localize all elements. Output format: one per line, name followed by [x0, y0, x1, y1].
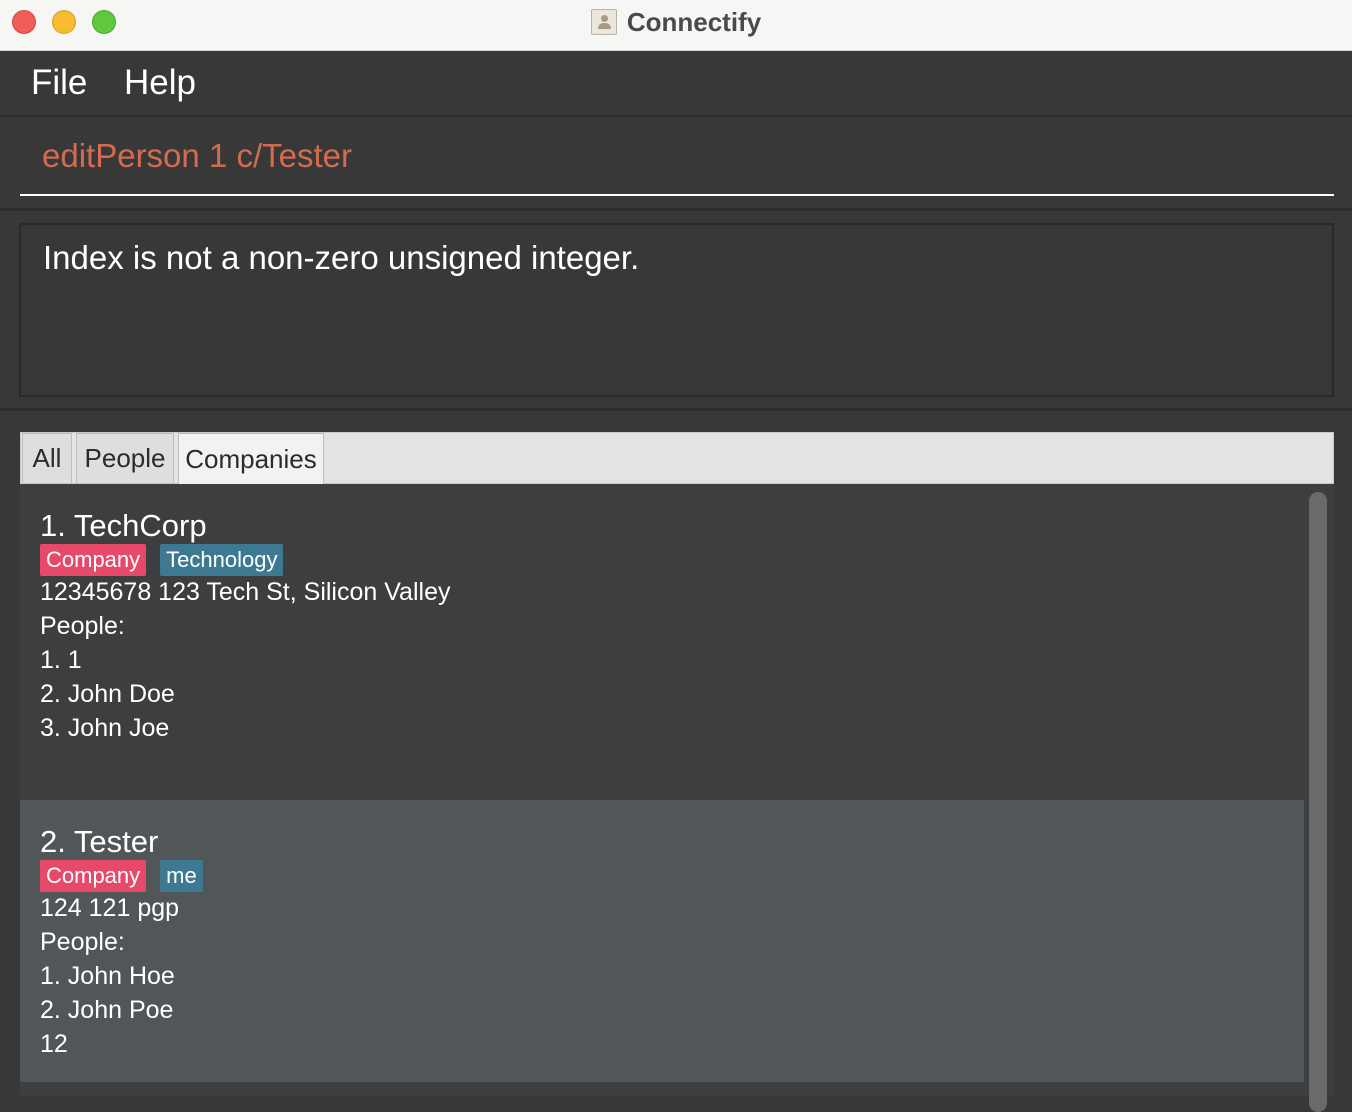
tab-companies[interactable]: Companies [178, 433, 324, 484]
company-card-selected[interactable]: 2. Tester Company me 124 121 pgp People:… [20, 800, 1304, 1082]
company-tags: Company Technology [40, 544, 284, 576]
section-divider [0, 408, 1352, 411]
command-input[interactable] [20, 117, 1334, 196]
people-label: People: [40, 928, 125, 956]
tag-technology: Technology [160, 544, 284, 576]
person-entry: 1. John Hoe [40, 962, 175, 990]
window-titlebar: Connectify [0, 0, 1352, 51]
person-entry: 12 [40, 1030, 68, 1058]
command-box-area [0, 117, 1352, 211]
company-name: 2. Tester [40, 824, 159, 859]
person-entry: 1. 1 [40, 646, 82, 674]
person-entry: 2. John Doe [40, 680, 175, 708]
company-name: 1. TechCorp [40, 508, 207, 543]
tab-all[interactable]: All [22, 433, 72, 483]
company-contact: 124 121 pgp [40, 894, 180, 922]
result-message: Index is not a non-zero unsigned integer… [43, 239, 640, 276]
tab-people[interactable]: People [76, 433, 174, 483]
result-display: Index is not a non-zero unsigned integer… [19, 223, 1334, 397]
person-entry: 2. John Poe [40, 996, 174, 1024]
window-title-group: Connectify [0, 0, 1352, 44]
company-card[interactable]: 1. TechCorp Company Technology 12345678 … [20, 484, 1304, 800]
menu-file[interactable]: File [31, 63, 87, 103]
menu-bar: File Help [0, 51, 1352, 117]
scrollbar-thumb[interactable] [1309, 492, 1327, 1112]
company-contact: 12345678 123 Tech St, Silicon Valley [40, 578, 451, 606]
menu-help[interactable]: Help [124, 63, 196, 103]
tab-bar: All People Companies [20, 432, 1334, 484]
contacts-app-icon [590, 9, 617, 35]
tag-company: Company [40, 544, 147, 576]
people-label: People: [40, 612, 125, 640]
person-entry: 3. John Joe [40, 714, 170, 742]
list-scrollbar[interactable] [1306, 490, 1330, 1112]
company-list: 1. TechCorp Company Technology 12345678 … [20, 484, 1334, 1096]
company-tags: Company me [40, 860, 203, 892]
tag-me: me [160, 860, 203, 892]
tag-company: Company [40, 860, 147, 892]
window-title: Connectify [626, 6, 762, 37]
